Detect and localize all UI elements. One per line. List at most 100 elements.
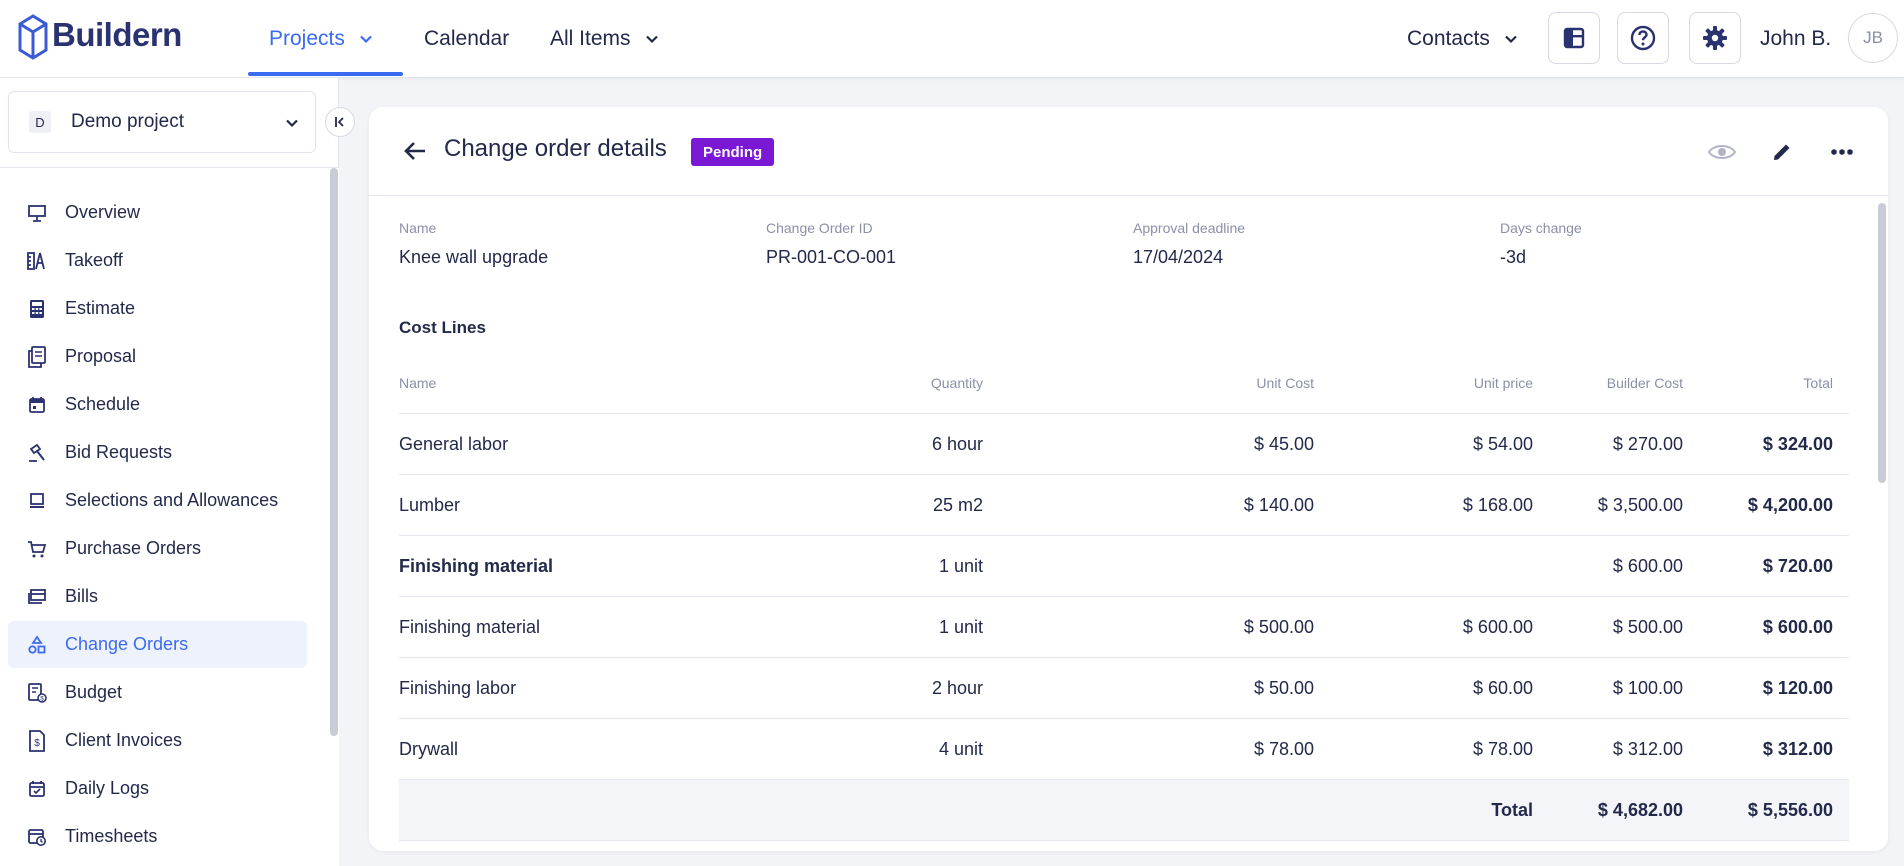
sidebar-item-takeoff[interactable]: Takeoff [8, 237, 307, 284]
sidebar-item-label: Schedule [65, 394, 141, 414]
project-badge: D [29, 111, 51, 133]
sidebar-item-label: Timesheets [65, 826, 158, 846]
sidebar: D Demo project Overview Takeoff Estimate… [0, 78, 339, 866]
nav-active-indicator [248, 72, 403, 76]
sidebar-scrollbar-thumb[interactable] [330, 168, 338, 736]
nav-projects[interactable]: Projects [269, 0, 373, 78]
cell-unit-cost: $ 140.00 [1243, 495, 1314, 515]
sidebar-item-bills[interactable]: Bills [8, 573, 307, 620]
avatar[interactable]: JB [1848, 13, 1898, 63]
column-header-quantity: Quantity [930, 375, 983, 391]
brand-name: Buildern [52, 16, 182, 53]
cell-name: Drywall [399, 739, 459, 759]
cell-name: Finishing material [399, 617, 541, 637]
cell-unit-price: $ 600.00 [1462, 617, 1533, 637]
cost-lines-table: Name Quantity Unit Cost Unit price Build… [399, 352, 1849, 841]
table-row[interactable]: Drywall 4 unit $ 78.00 $ 78.00 $ 312.00 … [399, 719, 1849, 780]
table-total-row: Total $ 4,682.00 $ 5,556.00 [399, 780, 1849, 841]
nav-calendar[interactable]: Calendar [424, 0, 509, 78]
cell-total: $ 120.00 [1762, 678, 1833, 698]
sidebar-item-label: Daily Logs [65, 778, 150, 798]
field-label: Name [399, 220, 437, 236]
field-name: Name Knee wall upgrade [399, 220, 548, 268]
sidebar-item-timesheets[interactable]: Timesheets [8, 813, 307, 860]
sidebar-item-label: Estimate [65, 298, 136, 318]
invoice-icon: $ [26, 729, 48, 752]
nav-all-items[interactable]: All Items [550, 0, 659, 78]
field-value: PR-001-CO-001 [766, 247, 897, 267]
nav-all-items-label: All Items [550, 27, 631, 50]
column-header-builder-cost: Builder Cost [1606, 375, 1683, 391]
chevron-down-icon [645, 35, 658, 44]
help-icon [1630, 25, 1656, 51]
gavel-icon [26, 442, 48, 464]
sidebar-item-client-invoices[interactable]: $ Client Invoices [8, 717, 307, 764]
sidebar-item-label: Change Orders [65, 634, 189, 654]
view-button[interactable] [1707, 137, 1737, 167]
cell-quantity: 2 hour [931, 678, 983, 698]
total-label: Total [1491, 800, 1533, 820]
project-name: Demo project [71, 111, 184, 132]
top-navigation: Buildern Projects Calendar All Items Con… [0, 0, 1904, 78]
column-header-total: Total [1803, 375, 1833, 391]
chevron-down-icon [1505, 35, 1517, 44]
content-scrollbar-thumb[interactable] [1878, 203, 1886, 483]
sidebar-item-daily-logs[interactable]: Daily Logs [8, 765, 307, 812]
cell-builder-cost: $ 312.00 [1612, 739, 1683, 759]
cell-unit-cost: $ 500.00 [1243, 617, 1314, 637]
cell-quantity: 25 m2 [932, 495, 983, 515]
table-row[interactable]: Lumber 25 m2 $ 140.00 $ 168.00 $ 3,500.0… [399, 475, 1849, 536]
cell-builder-cost: $ 3,500.00 [1597, 495, 1683, 515]
cell-unit-price: $ 60.00 [1472, 678, 1533, 698]
sidebar-item-selections[interactable]: Selections and Allowances [8, 477, 307, 524]
proposal-icon [26, 345, 48, 368]
help-button[interactable] [1617, 12, 1669, 64]
sidebar-item-label: Client Invoices [65, 730, 183, 750]
selections-icon [26, 490, 48, 512]
settings-button[interactable] [1689, 12, 1741, 64]
sidebar-item-proposal[interactable]: Proposal [8, 333, 307, 380]
sidebar-item-label: Bid Requests [65, 442, 173, 462]
bills-icon [26, 586, 48, 608]
table-row[interactable]: Finishing material 1 unit $ 600.00 $ 720… [399, 536, 1849, 597]
sidebar-item-label: Budget [65, 682, 123, 702]
column-header-unit-price: Unit price [1473, 375, 1533, 391]
sidebar-item-purchase-orders[interactable]: Purchase Orders [8, 525, 307, 572]
field-value: Knee wall upgrade [399, 247, 549, 267]
calendar-icon [26, 394, 48, 416]
sidebar-item-bid-requests[interactable]: Bid Requests [8, 429, 307, 476]
table-row[interactable]: General labor 6 hour $ 45.00 $ 54.00 $ 2… [399, 414, 1849, 475]
edit-button[interactable] [1767, 137, 1797, 167]
table-row[interactable]: Finishing labor 2 hour $ 50.00 $ 60.00 $… [399, 658, 1849, 719]
column-header-name: Name [399, 375, 437, 391]
brand-logo[interactable]: Buildern [16, 10, 182, 60]
project-selector[interactable]: D Demo project [8, 91, 316, 153]
column-header-unit-cost: Unit Cost [1256, 375, 1314, 391]
table-row[interactable]: Finishing material 1 unit $ 500.00 $ 600… [399, 597, 1849, 658]
collapse-sidebar-button[interactable] [325, 107, 355, 137]
sidebar-item-overview[interactable]: Overview [8, 189, 307, 236]
timesheet-icon [26, 826, 48, 848]
sidebar-item-label: Proposal [65, 346, 137, 366]
daily-log-icon [26, 778, 48, 800]
cell-builder-cost: $ 100.00 [1612, 678, 1683, 698]
back-arrow-icon[interactable] [401, 137, 429, 165]
cell-unit-price: $ 54.00 [1472, 434, 1533, 454]
more-options-button[interactable] [1827, 137, 1857, 167]
budget-icon: $ [26, 682, 48, 704]
sidebar-item-label: Overview [65, 202, 141, 222]
nav-projects-label: Projects [269, 27, 345, 50]
field-value: -3d [1500, 247, 1527, 267]
sidebar-item-change-orders[interactable]: Change Orders [8, 621, 307, 668]
cell-unit-cost: $ 78.00 [1253, 739, 1314, 759]
sidebar-item-estimate[interactable]: Estimate [8, 285, 307, 332]
field-value: 17/04/2024 [1133, 247, 1224, 267]
cell-quantity: 1 unit [938, 556, 983, 576]
dashboard-icon [1563, 27, 1585, 49]
user-name[interactable]: John B. [1760, 0, 1831, 78]
sidebar-item-budget[interactable]: $ Budget [8, 669, 307, 716]
sidebar-item-schedule[interactable]: Schedule [8, 381, 307, 428]
nav-contacts[interactable]: Contacts [1407, 0, 1518, 78]
gear-icon [1703, 26, 1727, 50]
dashboard-button[interactable] [1548, 12, 1600, 64]
